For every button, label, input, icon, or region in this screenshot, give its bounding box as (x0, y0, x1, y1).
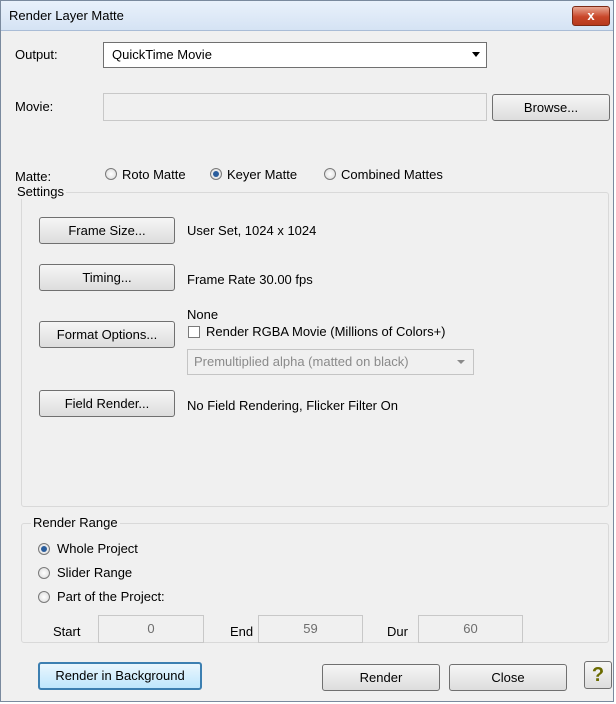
render-button[interactable]: Render (322, 664, 440, 691)
movie-label: Movie: (15, 99, 54, 114)
browse-button[interactable]: Browse... (492, 94, 610, 121)
format-value: None (187, 307, 219, 322)
timing-button[interactable]: Timing... (39, 264, 175, 291)
chevron-down-icon (457, 360, 465, 364)
dur-label: Dur (387, 624, 408, 639)
matte-keyer-label: Keyer Matte (227, 167, 298, 182)
start-label: Start (53, 624, 81, 639)
range-slider-radio[interactable] (38, 567, 50, 579)
end-label: End (230, 624, 254, 639)
alpha-mode-select: Premultiplied alpha (matted on black) (187, 349, 474, 375)
matte-roto-radio[interactable] (105, 168, 117, 180)
frame-size-value: User Set, 1024 x 1024 (187, 223, 317, 238)
frame-size-button[interactable]: Frame Size... (39, 217, 175, 244)
format-options-button[interactable]: Format Options... (39, 321, 175, 348)
matte-combined-radio[interactable] (324, 168, 336, 180)
close-button[interactable]: Close (449, 664, 567, 691)
start-field: 0 (98, 615, 204, 643)
matte-keyer-radio[interactable] (210, 168, 222, 180)
matte-roto-label: Roto Matte (122, 167, 186, 182)
range-slider-label: Slider Range (57, 565, 133, 580)
range-whole-project-label: Whole Project (57, 541, 138, 556)
title-bar[interactable]: Render Layer Matte x (1, 1, 613, 31)
output-select-value: QuickTime Movie (112, 47, 212, 62)
field-render-value: No Field Rendering, Flicker Filter On (187, 398, 398, 413)
alpha-mode-value: Premultiplied alpha (matted on black) (194, 354, 409, 369)
render-rgba-checkbox[interactable] (188, 326, 200, 338)
dur-field: 60 (418, 615, 523, 643)
window-close-button[interactable]: x (572, 6, 610, 26)
window-title: Render Layer Matte (9, 8, 124, 23)
settings-group-title: Settings (15, 184, 66, 199)
chevron-down-icon (472, 52, 480, 57)
render-range-title: Render Range (31, 515, 120, 530)
range-part-radio[interactable] (38, 591, 50, 603)
render-layer-matte-dialog: Render Layer Matte x Output: QuickTime M… (0, 0, 614, 702)
render-rgba-label: Render RGBA Movie (Millions of Colors+) (206, 324, 446, 339)
output-select[interactable]: QuickTime Movie (103, 42, 487, 68)
field-render-button[interactable]: Field Render... (39, 390, 175, 417)
movie-path-field[interactable] (103, 93, 487, 121)
matte-combined-label: Combined Mattes (341, 167, 443, 182)
end-field: 59 (258, 615, 363, 643)
output-label: Output: (15, 47, 58, 62)
range-whole-project-radio[interactable] (38, 543, 50, 555)
matte-label: Matte: (15, 169, 52, 184)
range-part-label: Part of the Project: (57, 589, 165, 604)
timing-value: Frame Rate 30.00 fps (187, 272, 313, 287)
render-in-background-button[interactable]: Render in Background (38, 662, 202, 690)
help-icon[interactable]: ? (584, 661, 612, 689)
